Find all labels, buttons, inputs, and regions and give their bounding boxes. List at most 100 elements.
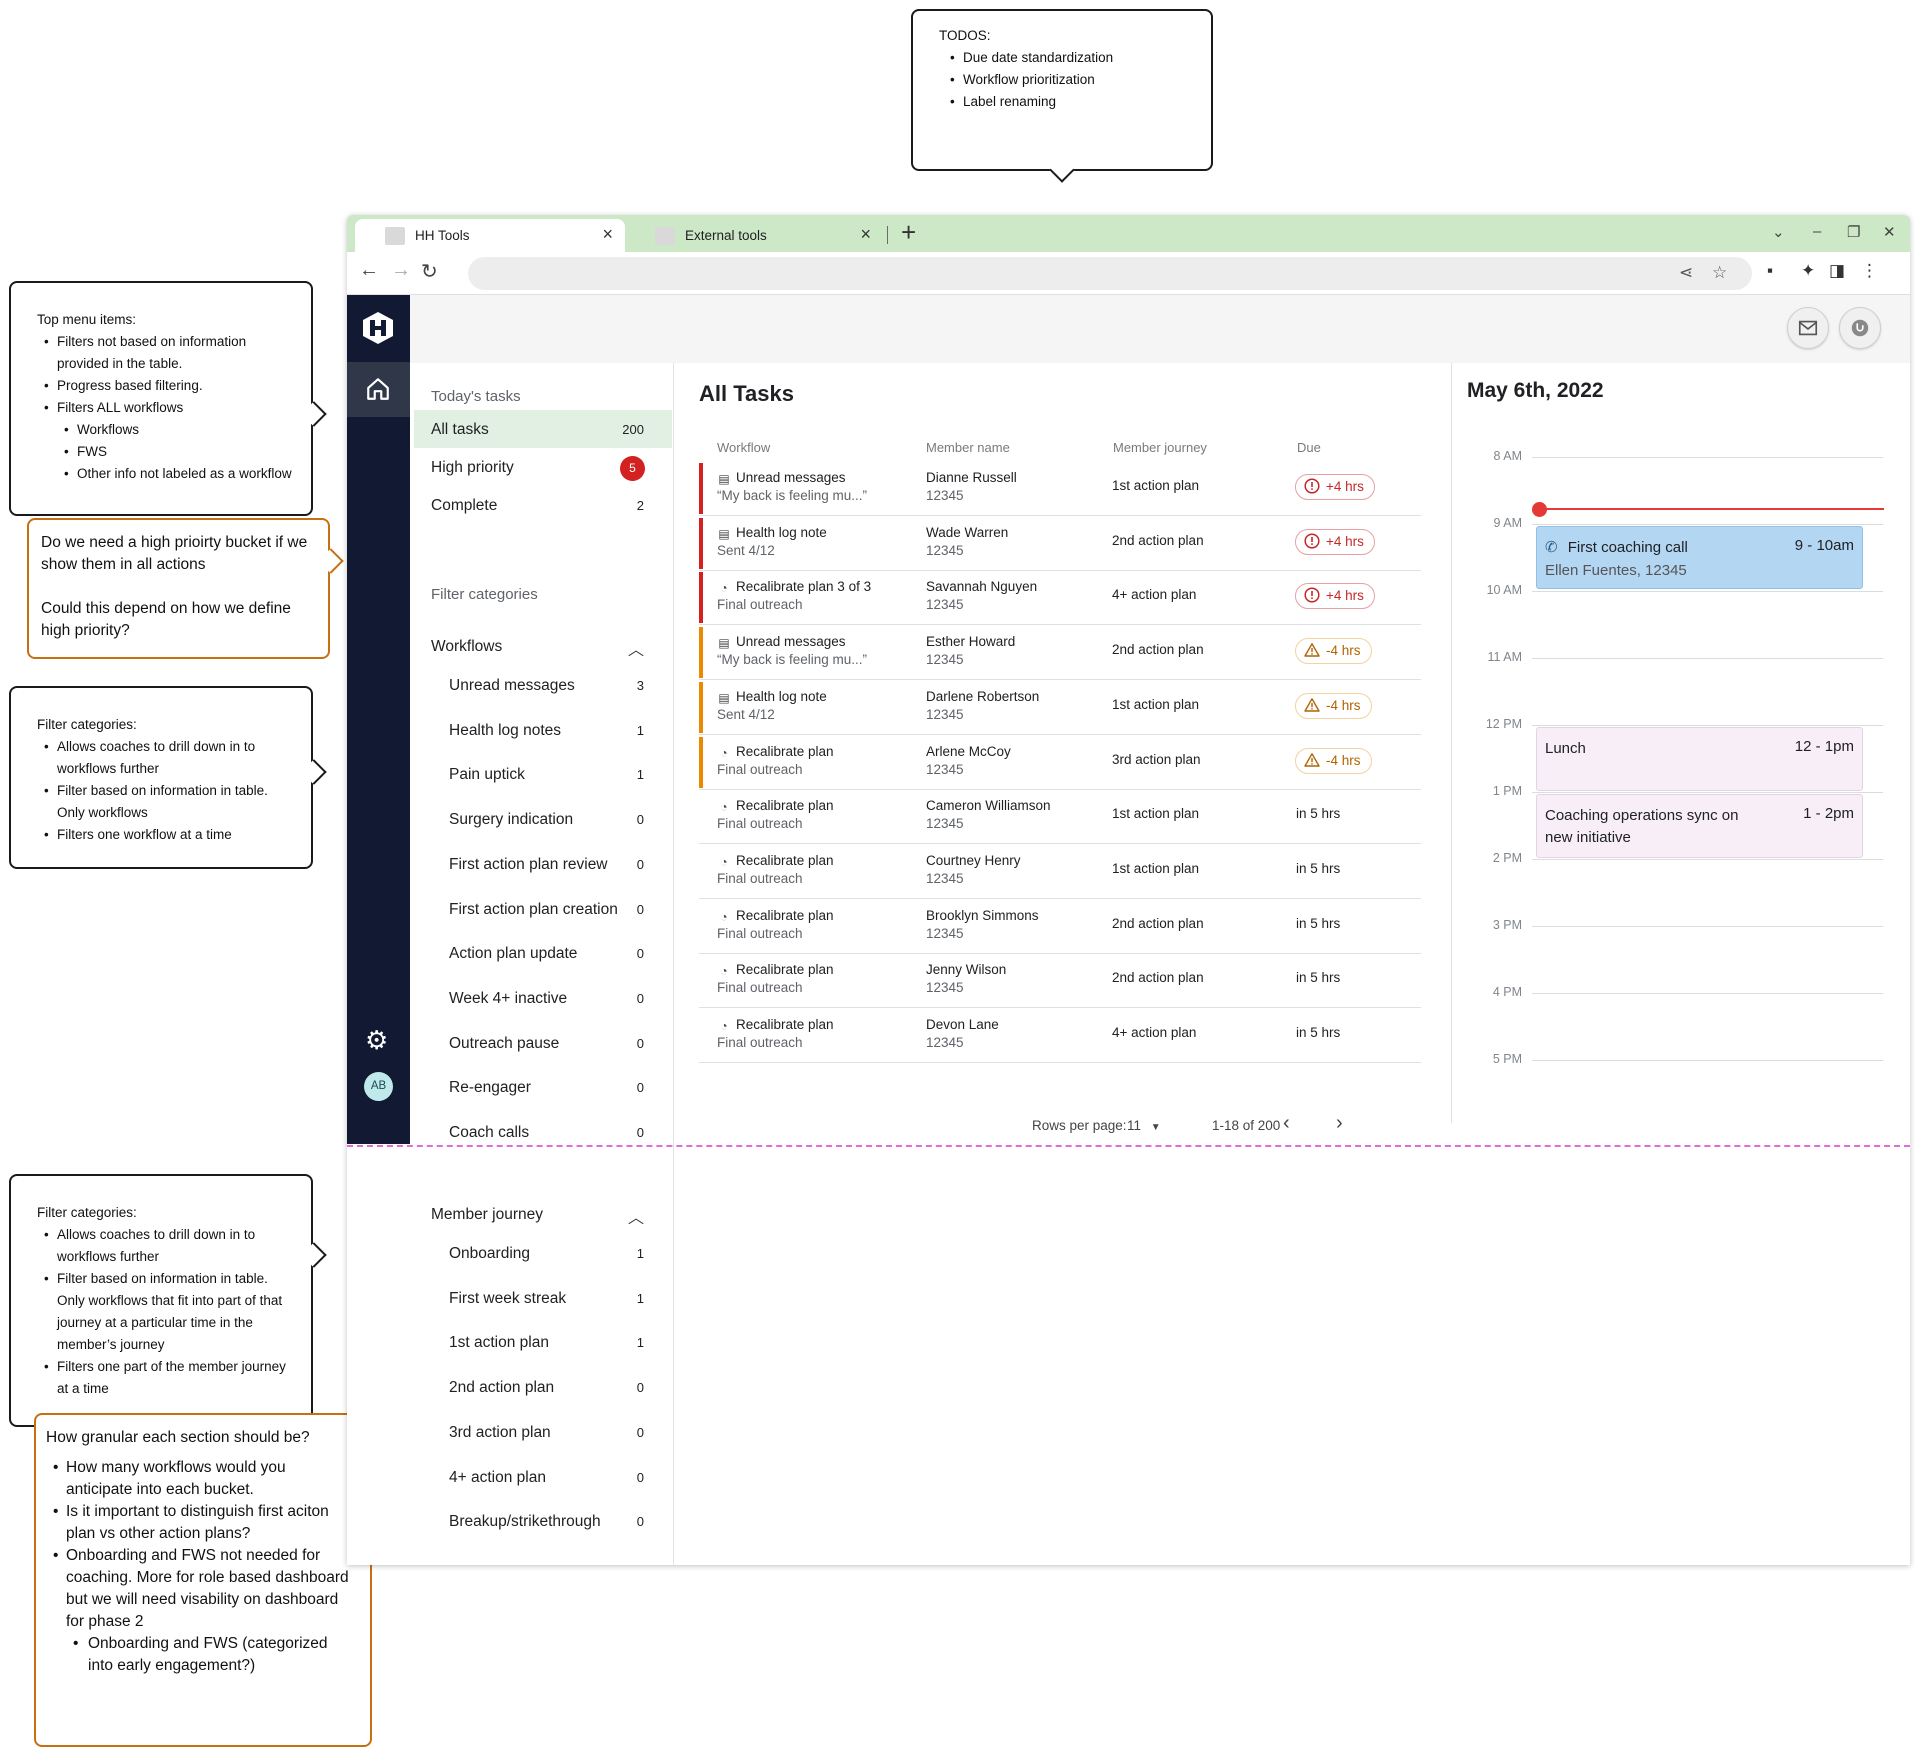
home-nav-button[interactable] (347, 362, 410, 417)
workflow-detail: Final outreach (717, 761, 803, 777)
rows-per-page-select[interactable]: 11 ▼ (1127, 1118, 1161, 1133)
tab-favicon (655, 227, 675, 245)
member-id: 12345 (926, 870, 964, 886)
column-header-member-journey[interactable]: Member journey (1113, 440, 1207, 455)
minimize-icon[interactable]: – (1813, 223, 1821, 240)
close-tab-icon[interactable]: × (860, 224, 871, 245)
table-row[interactable]: ▤ Unread messages “My back is feeling mu..… (699, 461, 1421, 516)
journey-filter-item[interactable]: First week streak 1 (414, 1281, 672, 1317)
tab-search-chevron-icon[interactable]: ⌄ (1772, 223, 1785, 241)
tab-hh-tools[interactable]: HH Tools × (355, 219, 625, 252)
workflow-filter-item[interactable]: Health log notes 1 (414, 713, 672, 749)
event-name: Lunch (1545, 740, 1586, 757)
prev-page-icon[interactable]: ‹ (1283, 1112, 1290, 1135)
avatar[interactable]: AB (364, 1072, 393, 1101)
new-tab-icon[interactable]: + (901, 217, 916, 248)
hour-label: 1 PM (1492, 784, 1522, 798)
filter-label: Re-engager (449, 1079, 531, 1097)
column-header-due[interactable]: Due (1297, 440, 1321, 455)
filter-label: 3rd action plan (449, 1423, 551, 1441)
settings-gear-icon[interactable]: ⚙ (365, 1025, 388, 1056)
calendar-date: May 6th, 2022 (1467, 379, 1604, 402)
due-value: +4 hrs (1326, 479, 1364, 494)
filter-complete[interactable]: Complete 2 (414, 486, 672, 524)
journey-filter-item[interactable]: 4+ action plan 0 (414, 1460, 672, 1496)
workflow-filter-item[interactable]: Action plan update 0 (414, 936, 672, 972)
event-first-coaching-call[interactable]: ✆ First coaching call Ellen Fuentes, 123… (1536, 526, 1863, 589)
member-journey: 1st action plan (1112, 478, 1200, 493)
kebab-menu-icon[interactable]: ⋮ (1861, 261, 1878, 281)
filter-count: 0 (636, 1514, 644, 1530)
tab-title: External tools (685, 228, 767, 243)
restore-icon[interactable]: ❐ (1847, 223, 1860, 241)
journey-filter-item[interactable]: 3rd action plan 0 (414, 1415, 672, 1451)
share-icon[interactable]: ⋖ (1679, 263, 1693, 283)
workflow-name: Health log note (736, 688, 827, 704)
next-page-icon[interactable]: › (1336, 1112, 1343, 1135)
workflow-filter-item[interactable]: Outreach pause 0 (414, 1026, 672, 1062)
workflows-section-toggle[interactable]: Workflows ︿ (414, 627, 672, 665)
mail-button[interactable] (1787, 307, 1829, 349)
back-icon[interactable]: ← (359, 259, 379, 282)
journey-filter-item[interactable]: 2nd action plan 0 (414, 1370, 672, 1406)
table-row[interactable]: ◔ Recalibrate plan Final outreach Devon Lan… (699, 1008, 1421, 1063)
filter-high-priority[interactable]: High priority 5 (414, 448, 672, 486)
workflow-filter-item[interactable]: Surgery indication 0 (414, 802, 672, 838)
due-value: in 5 hrs (1296, 806, 1341, 822)
table-row[interactable]: ◔ Recalibrate plan Final outreach Brooklyn … (699, 899, 1421, 954)
table-row[interactable]: ▤ Health log note Sent 4/12 Wade Warren 1234… (699, 516, 1421, 571)
journey-filter-item[interactable]: 1st action plan 1 (414, 1325, 672, 1361)
filter-categories-callout: Filter categories: Allows coaches to dri… (9, 686, 327, 869)
address-bar[interactable]: ⋖ ☆ (468, 257, 1752, 290)
workflow-name: Health log note (736, 524, 827, 540)
bookmark-star-icon[interactable]: ☆ (1712, 263, 1727, 283)
workflow-filter-item[interactable]: First action plan review 0 (414, 847, 672, 883)
extension-icon[interactable]: ▪ (1767, 261, 1773, 281)
journey-filter-item[interactable]: Onboarding 1 (414, 1236, 672, 1272)
table-row[interactable]: ◔ Recalibrate plan Final outreach Jenny Wil… (699, 953, 1421, 1009)
workflow-filter-item[interactable]: Unread messages 3 (414, 668, 672, 704)
filter-label: 2nd action plan (449, 1379, 555, 1397)
table-row[interactable]: ◔ Recalibrate plan 3 of 3 Final outreach Sa… (699, 570, 1421, 626)
filter-all-tasks[interactable]: All tasks 200 (414, 410, 672, 448)
workflow-filter-item[interactable]: Week 4+ inactive 0 (414, 981, 672, 1017)
granularity-question: How granular each section should be? How… (34, 1413, 386, 1747)
side-panel-icon[interactable]: ◨ (1829, 261, 1845, 281)
table-row[interactable]: ▤ Health log note Sent 4/12 Darlene Roberts… (699, 680, 1421, 735)
puzzle-icon[interactable]: ✦ (1801, 261, 1815, 281)
workflow-filter-item[interactable]: Pain uptick 1 (414, 757, 672, 793)
workflow-name: Recalibrate plan (736, 852, 834, 868)
member-name: Darlene Robertson (926, 688, 1040, 704)
member-journey: 4+ action plan (1112, 587, 1197, 603)
column-header-member-name[interactable]: Member name (926, 440, 1010, 455)
hh-logo-icon[interactable] (361, 311, 395, 345)
event-lunch[interactable]: Lunch 12 - 1pm (1536, 727, 1863, 791)
member-journey-section-toggle[interactable]: Member journey ︿ (414, 1195, 672, 1233)
table-row[interactable]: ▤ Unread messages “My back is feeling mu..… (699, 625, 1421, 681)
note-item: Allows coaches to drill down in to workf… (37, 1224, 297, 1268)
phone-status-button[interactable] (1839, 307, 1881, 349)
nav-rail: ⚙ AB (347, 295, 410, 1144)
tab-external-tools[interactable]: External tools × (627, 219, 885, 252)
table-row[interactable]: ◔ Recalibrate plan Final outreach Cameron W… (699, 789, 1421, 845)
filter-label: Onboarding (449, 1245, 531, 1262)
hour-gridline (1532, 524, 1883, 525)
question-title: How granular each section should be? (46, 1429, 310, 1446)
table-row[interactable]: ◔ Recalibrate plan Final outreach Arlene Mc… (699, 735, 1421, 790)
close-tab-icon[interactable]: × (602, 224, 613, 245)
table-row[interactable]: ◔ Recalibrate plan Final outreach Courtney … (699, 844, 1421, 899)
reload-icon[interactable]: ↻ (421, 259, 438, 284)
member-cell: Esther Howard 12345 (926, 634, 1015, 667)
close-window-icon[interactable]: ✕ (1883, 223, 1896, 241)
column-header-workflow[interactable]: Workflow (717, 440, 770, 455)
member-id: 12345 (926, 597, 964, 613)
recalibrate-icon: ◔ (720, 1019, 728, 1033)
workflow-filter-item[interactable]: Re-engager 0 (414, 1070, 672, 1106)
event-coaching-operations-sync[interactable]: Coaching operations sync on new initiati… (1536, 794, 1863, 858)
workflow-filter-item[interactable]: First action plan creation 0 (414, 892, 672, 928)
forward-icon[interactable]: → (391, 259, 411, 282)
today-tasks-heading: Today's tasks (431, 388, 521, 405)
journey-filter-item[interactable]: Breakup/strikethrough 0 (414, 1504, 672, 1540)
filter-count: 0 (636, 990, 644, 1006)
filter-categories-heading: Filter categories (431, 586, 538, 603)
